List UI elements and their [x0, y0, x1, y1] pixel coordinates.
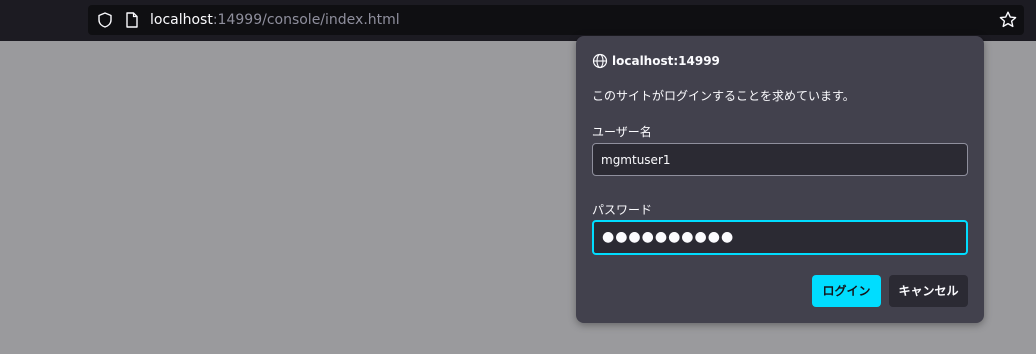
username-field[interactable]: [592, 143, 968, 176]
login-dialog: localhost:14999 このサイトがログインすることを求めています。 ユ…: [576, 36, 984, 323]
shield-icon[interactable]: [96, 11, 114, 29]
browser-toolbar: localhost:14999/console/index.html: [0, 0, 1036, 41]
star-icon[interactable]: [998, 10, 1018, 30]
origin-text: localhost:14999: [612, 54, 720, 68]
dialog-message: このサイトがログインすることを求めています。: [592, 89, 855, 103]
url-text[interactable]: localhost:14999/console/index.html: [150, 11, 400, 29]
password-label: パスワード: [592, 203, 653, 217]
password-field[interactable]: ●●●●●●●●●●: [592, 220, 968, 255]
cancel-button[interactable]: キャンセル: [889, 275, 968, 307]
login-button[interactable]: ログイン: [812, 275, 881, 307]
globe-icon: [592, 53, 608, 69]
url-host: localhost: [150, 12, 213, 28]
address-bar[interactable]: localhost:14999/console/index.html: [88, 5, 1024, 35]
username-label: ユーザー名: [592, 125, 652, 139]
password-mask: ●●●●●●●●●●: [602, 229, 735, 245]
url-path: :14999/console/index.html: [212, 12, 400, 28]
page-icon: [124, 11, 140, 29]
dialog-origin: localhost:14999: [592, 52, 720, 70]
